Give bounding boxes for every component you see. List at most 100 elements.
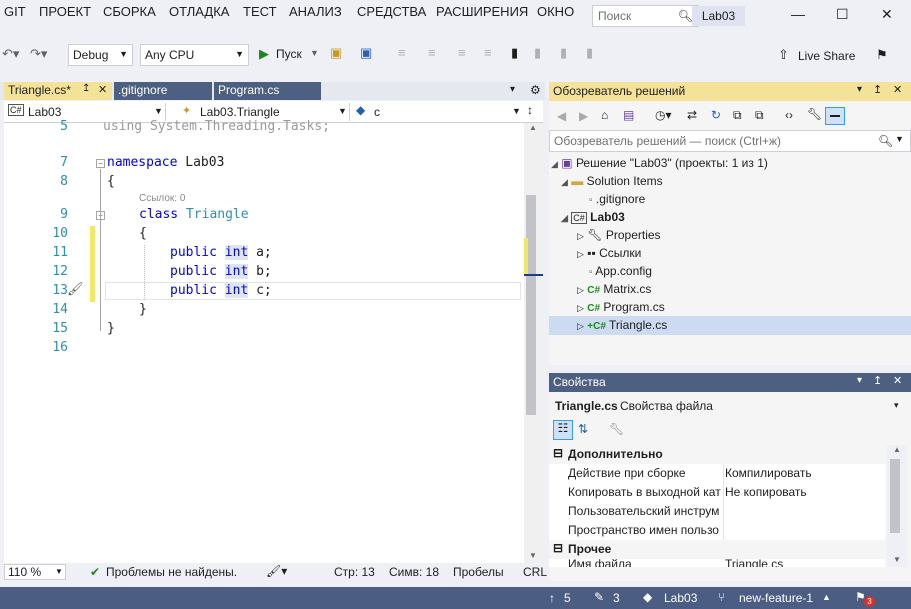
chevron-down-icon[interactable]: ▼ — [310, 48, 319, 58]
properties-object-select[interactable]: Triangle.cs Свойства файла ▾ — [549, 395, 911, 417]
screenshot-icon[interactable]: ▣ — [360, 45, 372, 61]
menu-build[interactable]: СБОРКА — [103, 4, 156, 19]
menu-analyze[interactable]: АНАЛИЗ — [289, 4, 342, 19]
line-indicator[interactable]: Стр: 13 — [334, 565, 375, 579]
next-bookmark-icon[interactable]: ▮ — [560, 45, 567, 61]
column-indicator[interactable]: Симв: 18 — [389, 565, 439, 579]
preview-selected-button[interactable] — [825, 107, 845, 125]
config-select[interactable]: Debug ▼ — [68, 44, 133, 66]
feedback-icon[interactable]: ⚑ — [876, 47, 888, 63]
alphabetical-icon[interactable]: ⇅ — [578, 422, 588, 436]
tree-item-triangle[interactable]: ▷ +C# Triangle.cs — [577, 318, 667, 332]
code-cleanup-icon[interactable]: 🖌︎▾ — [266, 564, 287, 578]
switch-views-icon[interactable]: ▤ — [623, 108, 634, 122]
chevron-down-icon[interactable]: ▾ — [857, 375, 862, 386]
tree-item-solution-items[interactable]: ◢ ▬ Solution Items — [561, 174, 663, 188]
tree-item-properties[interactable]: ▷ 🔧︎ Properties — [577, 228, 661, 242]
properties-icon[interactable]: 🔧︎ — [807, 107, 822, 121]
tree-item-references[interactable]: ▷ ▪▪ Ссылки — [577, 246, 641, 260]
menu-tools[interactable]: СРЕДСТВА — [357, 4, 426, 19]
chevron-up-icon[interactable]: ▲ — [822, 592, 831, 602]
scroll-thumb[interactable] — [890, 459, 900, 533]
undo-icon[interactable]: ↶▾ — [2, 46, 19, 62]
property-row[interactable]: Действие при сборке Компилировать — [549, 464, 885, 483]
property-row[interactable]: Пространство имен пользо — [549, 521, 885, 540]
prev-bookmark-icon[interactable]: ▮ — [534, 45, 541, 61]
collapse-all-icon[interactable]: ⧉ — [733, 108, 742, 123]
property-pages-icon[interactable]: 🔧︎ — [609, 422, 624, 436]
zoom-select[interactable]: 110 % ▼ — [4, 564, 66, 580]
properties-scrollbar[interactable]: ▲ ▼ — [887, 445, 907, 567]
property-row[interactable]: Пользовательский инструм — [549, 502, 885, 521]
close-icon[interactable]: ✕ — [881, 6, 893, 23]
live-share-button[interactable]: Live Share — [798, 49, 855, 63]
scroll-down-icon[interactable]: ▼ — [529, 551, 537, 560]
tab-program[interactable]: Program.cs — [214, 82, 321, 100]
close-tab-icon[interactable]: ✕ — [98, 83, 107, 96]
commits-ahead-count[interactable]: 5 — [564, 591, 571, 605]
tree-item-app-config[interactable]: ▫ App.config — [589, 264, 652, 278]
tree-item-gitignore[interactable]: ▫ .gitignore — [589, 192, 645, 206]
pin-icon[interactable]: ↥ — [873, 374, 882, 387]
editor-scrollbar[interactable]: ▲ ▼ — [524, 123, 543, 563]
tab-gitignore[interactable]: .gitignore — [114, 82, 212, 100]
search-input[interactable]: Поиск 🔍︎ — [592, 5, 699, 27]
tab-triangle[interactable]: Triangle.cs* ↥ ✕ — [4, 82, 112, 100]
codelens-references[interactable]: Ссылок: 0 — [139, 193, 185, 204]
scroll-up-icon[interactable]: ▲ — [529, 123, 537, 132]
branch-name[interactable]: new-feature-1 — [739, 591, 813, 605]
home-icon[interactable]: ⌂ — [601, 108, 608, 122]
scroll-down-icon[interactable]: ▼ — [893, 555, 901, 564]
scroll-thumb[interactable] — [526, 195, 536, 415]
issues-status[interactable]: Проблемы не найдены. — [106, 565, 237, 579]
scroll-up-icon[interactable]: ▲ — [893, 445, 901, 454]
menu-git[interactable]: GIT — [4, 4, 26, 19]
next-bookmark-folder-icon[interactable]: ▮ — [586, 45, 593, 61]
member-dropdown[interactable]: ◆ c ▼ — [354, 103, 522, 121]
back-icon[interactable]: ◀ — [557, 109, 566, 123]
uncomment-icon[interactable]: ≡ — [484, 45, 492, 60]
start-button[interactable]: Пуск — [276, 47, 302, 61]
spacing-indicator[interactable]: Пробелы — [453, 565, 504, 579]
show-all-files-icon[interactable]: ⧉ — [755, 108, 764, 123]
quick-action-icon[interactable]: 🖌︎ — [67, 281, 84, 297]
history-icon[interactable]: ◷▾ — [655, 108, 672, 122]
play-icon[interactable]: ▶ — [259, 46, 269, 62]
repository-name[interactable]: Lab03 — [664, 591, 697, 605]
bookmark-icon[interactable]: ▮ — [511, 45, 518, 61]
forward-icon[interactable]: ▶ — [579, 109, 588, 123]
property-row[interactable]: Копировать в выходной кат Не копировать — [549, 483, 885, 502]
category-advanced[interactable]: ⊟ Дополнительно — [549, 445, 885, 464]
chevron-down-icon[interactable]: ▾ — [857, 84, 862, 95]
settings-icon[interactable]: ⚙ — [530, 83, 541, 97]
close-icon[interactable]: ✕ — [893, 374, 902, 387]
redo-icon[interactable]: ↷▾ — [30, 46, 47, 62]
menu-project[interactable]: ПРОЕКТ — [39, 4, 91, 19]
indent-icon[interactable]: ≡ — [428, 45, 436, 60]
view-code-icon[interactable]: ‹› — [785, 108, 793, 122]
refresh-icon[interactable]: ↻ — [711, 108, 721, 122]
tab-overflow-icon[interactable]: ▾ — [510, 84, 515, 95]
close-icon[interactable]: ✕ — [893, 83, 902, 96]
align-icon[interactable]: ≡ — [398, 45, 406, 60]
pin-icon[interactable]: ↥ — [82, 83, 90, 94]
pin-icon[interactable]: ↥ — [873, 83, 882, 96]
property-row[interactable]: Имя файла Triangle.cs — [549, 559, 885, 567]
maximize-icon[interactable]: ☐ — [836, 6, 849, 23]
tree-item-solution[interactable]: ◢ ▣ Решение "Lab03" (проекты: 1 из 1) — [551, 156, 909, 170]
code-editor[interactable]: 5 7 8 9 10 11 12 13 14 15 16 🖌︎ − − usin… — [4, 119, 524, 563]
collapse-namespace-icon[interactable]: − — [96, 159, 105, 168]
comment-icon[interactable]: ≡ — [458, 45, 466, 60]
category-misc[interactable]: ⊟ Прочее — [549, 540, 885, 559]
changes-count[interactable]: 3 — [613, 591, 620, 605]
eol-indicator[interactable]: CRL — [523, 565, 547, 579]
categorized-button[interactable]: ☷ — [553, 420, 573, 440]
solution-name-badge[interactable]: Lab03 — [692, 6, 745, 26]
menu-window[interactable]: ОКНО — [537, 4, 574, 19]
tree-item-project[interactable]: ◢ C# Lab03 — [561, 210, 625, 224]
sync-icon[interactable]: ⇄ — [687, 108, 697, 122]
menu-debug[interactable]: ОТЛАДКА — [169, 4, 229, 19]
tree-item-program[interactable]: ▷ C# Program.cs — [577, 300, 665, 314]
minimize-icon[interactable]: — — [791, 6, 805, 22]
split-icon[interactable]: ↕ — [527, 103, 533, 117]
